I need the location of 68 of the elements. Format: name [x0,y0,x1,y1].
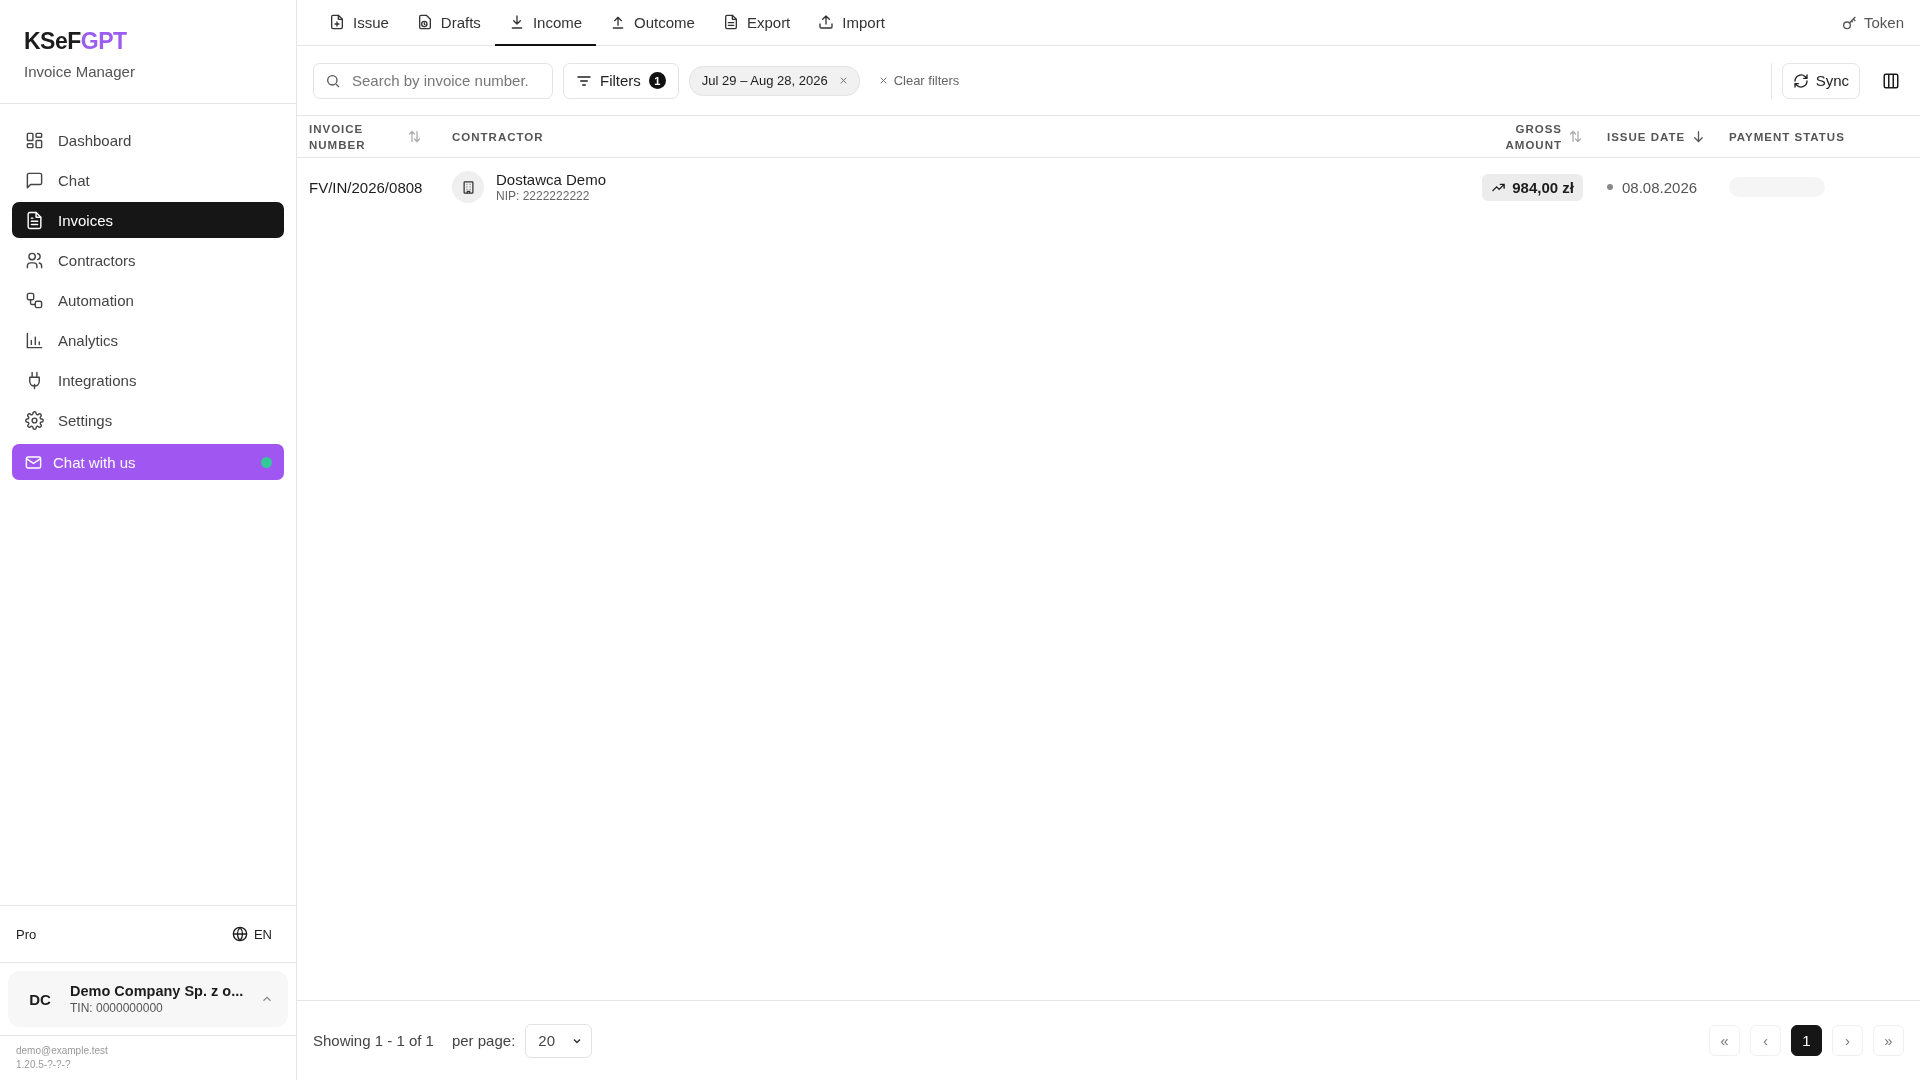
key-icon [1841,14,1858,31]
refresh-icon [1792,72,1809,89]
contractor-name: Dostawca Demo [496,171,607,188]
plan-label: Pro [16,926,37,942]
tab[interactable]: Issue [315,0,403,46]
upload-icon [818,14,835,30]
company-tin: TIN: 0000000000 [70,1001,164,1015]
chat-icon [25,170,44,190]
columns-icon[interactable] [1882,71,1900,90]
results-count: Showing 1 - 1 of 1 [313,1032,434,1049]
column-header[interactable]: GROSS AMOUNT [1486,120,1562,153]
search-field[interactable]: Search by invoice number. [313,62,553,99]
tab[interactable]: Export [708,0,805,46]
document-icon [722,14,739,30]
issue-date: 08.08.2026 [1622,178,1698,196]
app-version: 1.20.5-?-?-? [16,1058,72,1072]
sidebar-item[interactable]: Settings [12,402,284,438]
pagination-button[interactable]: 1 [1791,1025,1822,1056]
column-header[interactable]: PAYMENT STATUS [1729,128,1845,145]
filters-button[interactable]: Filters 1 [563,62,679,99]
building-icon [452,171,484,203]
column-header[interactable]: CONTRACTOR [452,128,544,145]
users-icon [25,250,44,270]
globe-icon [231,926,248,942]
status-dot [1607,184,1613,190]
tab[interactable]: Drafts [402,0,495,46]
tab[interactable]: Income [494,0,597,46]
document-icon [25,210,44,230]
clear-filters-button[interactable]: Clear filters [869,73,968,88]
chat-with-us-button[interactable]: Chat with us [12,444,284,480]
nodes-icon [25,290,44,310]
file-clock-icon [416,14,433,30]
language-button[interactable]: EN [231,926,272,942]
tab[interactable]: Import [804,0,899,46]
pagination-button[interactable]: ‹ [1750,1025,1781,1056]
company-card[interactable]: DC Demo Company Sp. z o... TIN: 0000000000 [8,971,288,1027]
dashboard-icon [25,130,44,150]
logo: KSeFGPT [24,28,128,55]
per-page-label: per page: [451,1032,516,1049]
sidebar-item[interactable]: Contractors [12,242,284,278]
pagination-button[interactable]: › [1832,1025,1863,1056]
sidebar-item[interactable]: Automation [12,282,284,318]
sidebar-item[interactable]: Chat [12,162,284,198]
invoice-number: FV/IN/2026/0808 [309,178,423,196]
per-page-select[interactable]: 20 [525,1023,592,1058]
token-button[interactable]: Token [1841,14,1904,31]
date-range-chip[interactable]: Jul 29 – Aug 28, 2026 [688,65,860,96]
amount-badge: 984,00 zł [1482,173,1583,201]
pagination-button[interactable]: « [1709,1025,1740,1056]
contractor-nip: NIP: 2222222222 [496,189,591,203]
sync-button[interactable]: Sync [1781,62,1860,99]
file-plus-icon [329,14,345,30]
sidebar-item[interactable]: Dashboard [12,122,284,158]
sidebar-item[interactable]: Analytics [12,322,284,358]
sidebar-item[interactable]: Invoices [12,202,284,238]
user-email: demo@example.test [16,1044,109,1058]
company-name: Demo Company Sp. z o... [70,983,245,999]
settings-icon [25,410,44,430]
column-header[interactable]: ISSUE DATE [1607,128,1686,145]
column-header[interactable]: INVOICE NUMBER [309,120,401,153]
bar-chart-icon [25,330,44,350]
company-initials: DC [28,989,52,1010]
app-subtitle: Invoice Manager [24,63,136,80]
sidebar-item[interactable]: Integrations [12,362,284,398]
filter-count-badge: 1 [648,72,666,89]
pagination-button[interactable]: » [1873,1025,1904,1056]
search-icon [325,72,341,89]
tab[interactable]: Outcome [596,0,709,46]
